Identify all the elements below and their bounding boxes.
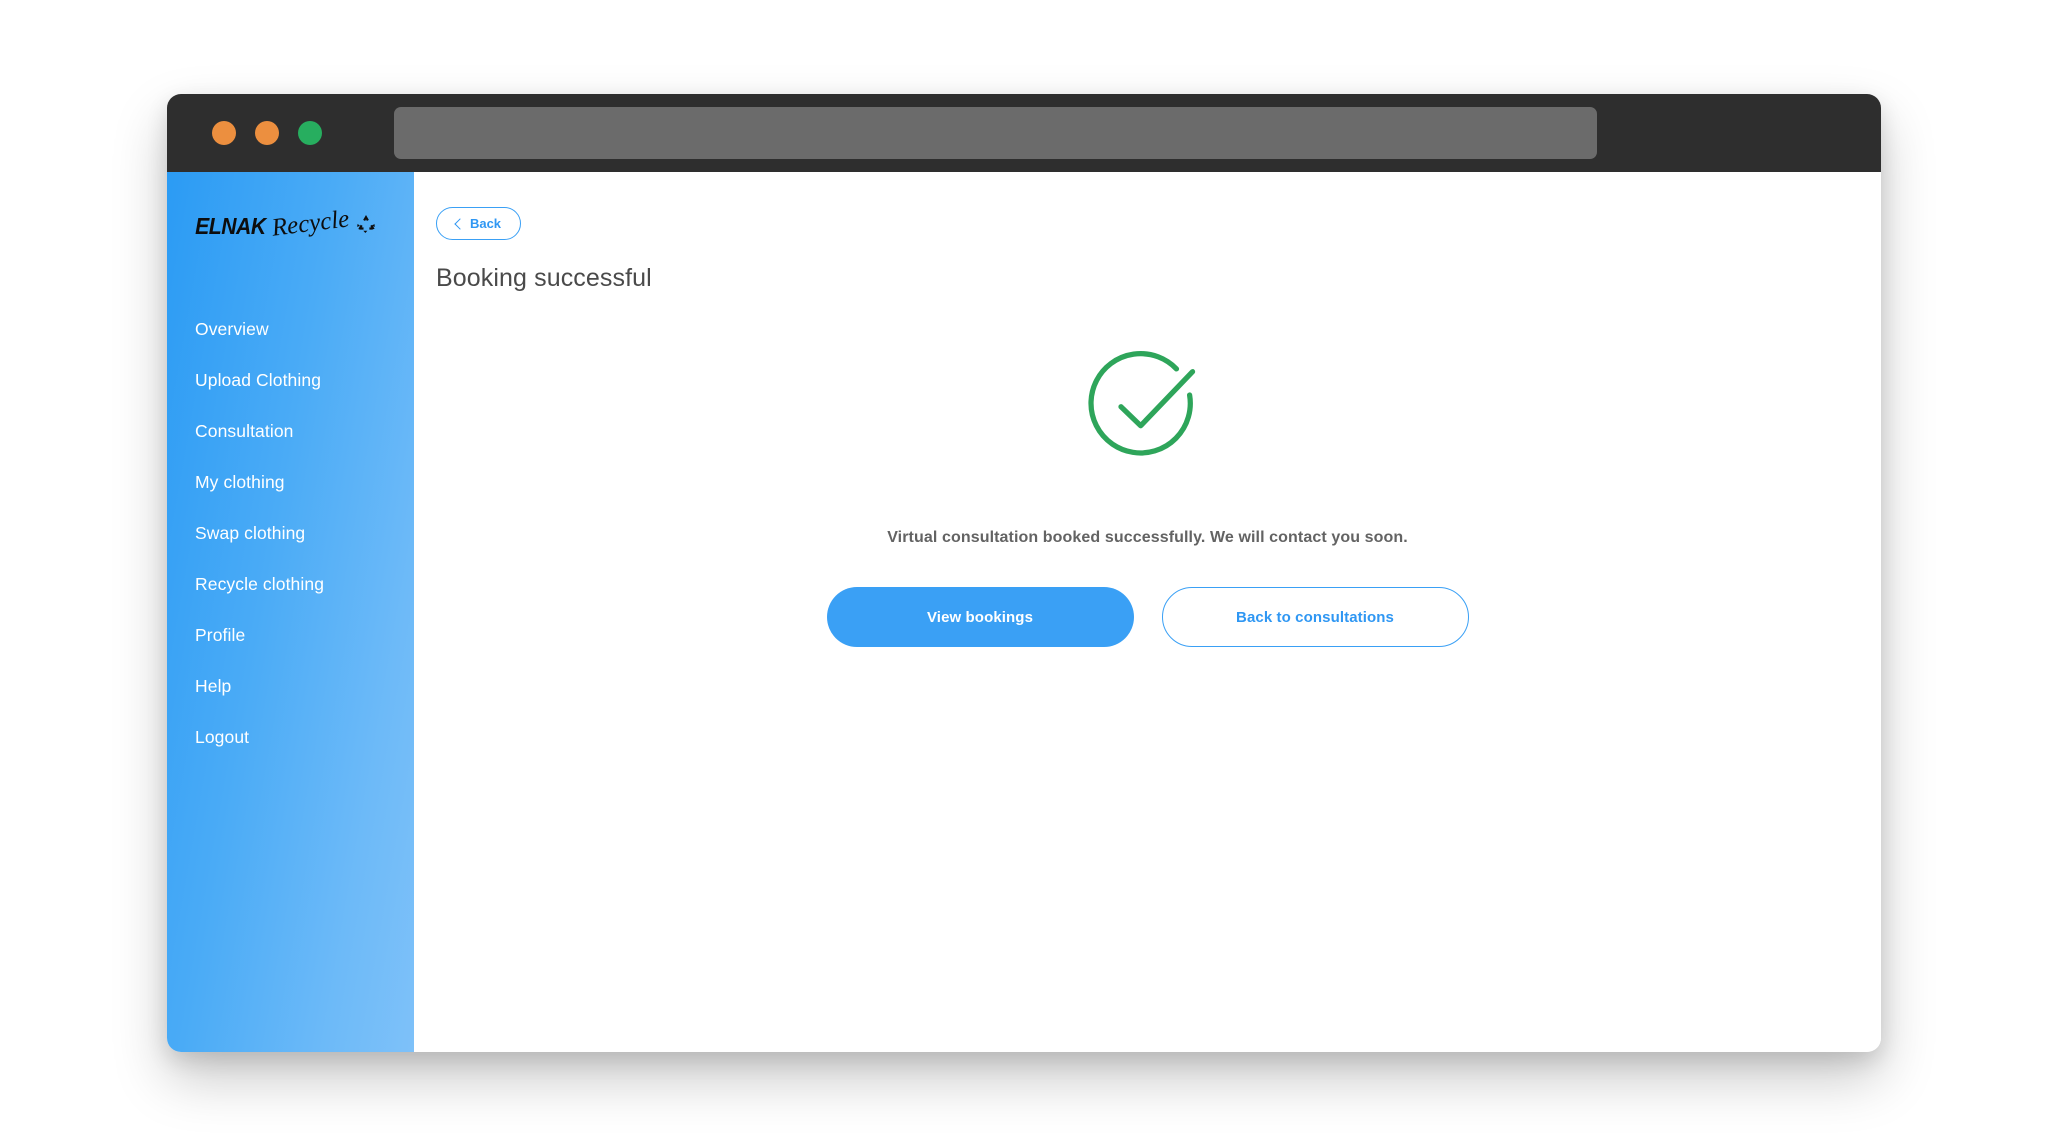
minimize-window-button[interactable] xyxy=(255,121,279,145)
sidebar-item-recycle-clothing[interactable]: Recycle clothing xyxy=(167,559,414,610)
sidebar-item-my-clothing[interactable]: My clothing xyxy=(167,457,414,508)
main-content: Back Booking successful Virtual consulta… xyxy=(414,172,1881,1052)
sidebar-item-upload-clothing[interactable]: Upload Clothing xyxy=(167,355,414,406)
sidebar-nav: Overview Upload Clothing Consultation My… xyxy=(167,304,414,763)
sidebar-item-overview[interactable]: Overview xyxy=(167,304,414,355)
page-title: Booking successful xyxy=(436,264,652,292)
traffic-lights xyxy=(212,121,322,145)
brand-name-elnak: ELNAK xyxy=(195,212,266,239)
brand-name-recycle: Recycle xyxy=(270,205,351,242)
sidebar-item-swap-clothing[interactable]: Swap clothing xyxy=(167,508,414,559)
view-bookings-label: View bookings xyxy=(926,608,1034,626)
back-button[interactable]: Back xyxy=(436,207,521,240)
close-window-button[interactable] xyxy=(212,121,236,145)
success-panel: Virtual consultation booked successfully… xyxy=(414,333,1881,647)
recycle-symbol-icon xyxy=(355,213,377,240)
browser-window: ELNAK Recycle Overview Upload Clothing C… xyxy=(167,94,1881,1052)
sidebar-item-consultation[interactable]: Consultation xyxy=(167,406,414,457)
chevron-left-icon xyxy=(454,217,466,230)
sidebar-item-label: Logout xyxy=(195,727,250,747)
sidebar-item-profile[interactable]: Profile xyxy=(167,610,414,661)
sidebar-item-label: Help xyxy=(195,676,232,696)
maximize-window-button[interactable] xyxy=(298,121,322,145)
view-bookings-button[interactable]: View bookings xyxy=(826,587,1134,647)
back-to-consultations-button[interactable]: Back to consultations xyxy=(1161,587,1469,647)
success-message: Virtual consultation booked successfully… xyxy=(887,529,1408,546)
back-button-label: Back xyxy=(469,216,502,231)
sidebar-item-label: Overview xyxy=(195,319,269,339)
back-to-consultations-label: Back to consultations xyxy=(1236,608,1394,626)
sidebar-item-label: Profile xyxy=(195,625,246,645)
sidebar-item-label: Recycle clothing xyxy=(195,574,325,594)
sidebar-item-label: Consultation xyxy=(195,421,294,441)
check-circle-icon xyxy=(1075,333,1221,479)
app-body: ELNAK Recycle Overview Upload Clothing C… xyxy=(167,172,1881,1052)
url-input[interactable] xyxy=(394,107,1597,159)
action-buttons: View bookings Back to consultations xyxy=(826,587,1469,647)
sidebar-item-label: My clothing xyxy=(195,472,285,492)
sidebar-item-label: Swap clothing xyxy=(195,523,306,543)
browser-titlebar xyxy=(167,94,1881,172)
sidebar-item-logout[interactable]: Logout xyxy=(167,712,414,763)
brand-logo[interactable]: ELNAK Recycle xyxy=(192,200,414,252)
sidebar: ELNAK Recycle Overview Upload Clothing C… xyxy=(167,172,414,1052)
sidebar-item-help[interactable]: Help xyxy=(167,661,414,712)
sidebar-item-label: Upload Clothing xyxy=(195,370,322,390)
screenshot-root: ELNAK Recycle Overview Upload Clothing C… xyxy=(0,0,2048,1143)
